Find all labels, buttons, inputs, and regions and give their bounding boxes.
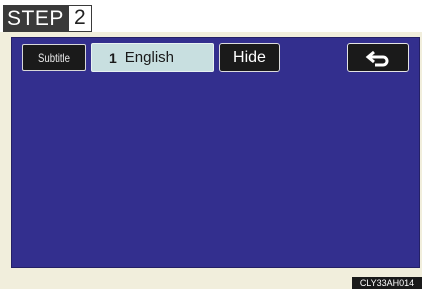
return-arrow-icon	[365, 50, 389, 66]
back-button[interactable]	[347, 43, 409, 72]
hide-button[interactable]: Hide	[219, 43, 280, 72]
subtitle-button[interactable]: Subtitle	[22, 44, 86, 71]
subtitle-button-label: Subtitle	[37, 50, 71, 65]
hide-button-label: Hide	[233, 48, 266, 66]
language-number: 1	[109, 49, 117, 66]
step-label: STEP	[3, 5, 68, 32]
step-number: 2	[67, 5, 92, 32]
step-indicator: STEP 2	[3, 5, 92, 32]
subtitle-language-field[interactable]: 1 English	[91, 43, 214, 72]
figure-code: CLY33AH014	[352, 277, 422, 289]
language-name: English	[124, 49, 174, 66]
